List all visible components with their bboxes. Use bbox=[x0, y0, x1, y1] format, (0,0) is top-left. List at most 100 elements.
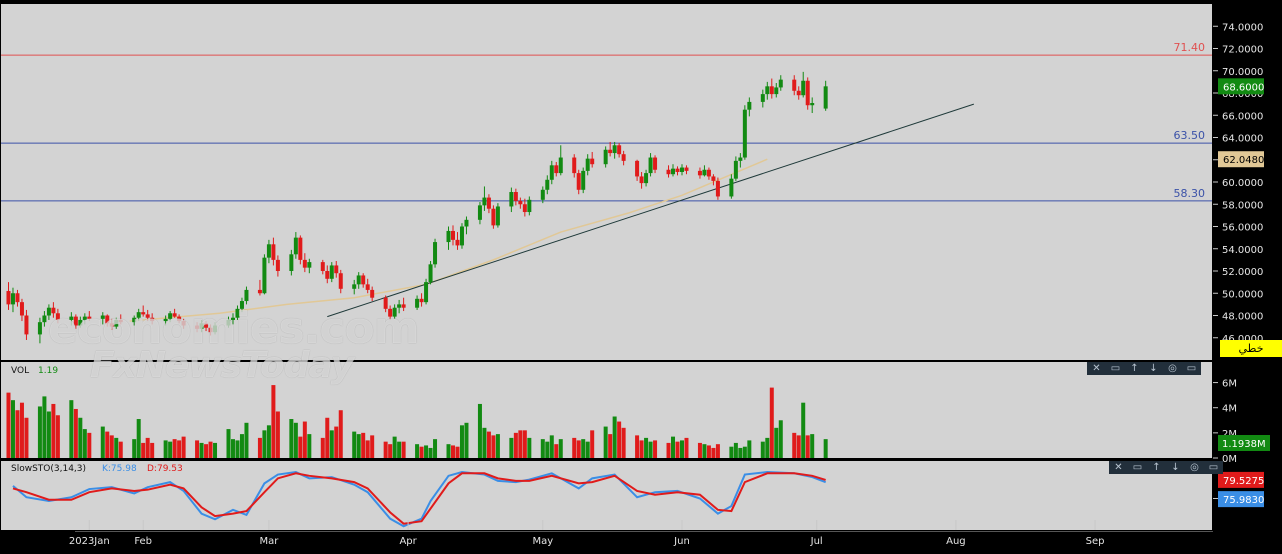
top-edge-bar bbox=[432, 0, 1110, 2]
maximize-icon[interactable]: ▭ bbox=[1106, 362, 1125, 375]
candle-body-51 bbox=[325, 271, 330, 279]
close-icon[interactable]: ✕ bbox=[1109, 461, 1128, 474]
settings-icon[interactable]: ◎ bbox=[1163, 362, 1182, 375]
volume-bar-103 bbox=[648, 441, 653, 458]
volume-bar-75 bbox=[477, 403, 482, 458]
volume-bar-5 bbox=[37, 406, 42, 458]
price-tick-label-4: 54.0000 bbox=[1222, 245, 1263, 256]
candle-body-21 bbox=[136, 312, 141, 318]
candle-body-52 bbox=[329, 265, 334, 279]
candle-body-10 bbox=[69, 316, 74, 320]
volume-bar-118 bbox=[742, 446, 747, 458]
candle-body-41 bbox=[262, 257, 267, 294]
volume-bar-76 bbox=[482, 427, 487, 458]
volume-bar-7 bbox=[46, 411, 51, 458]
candle-body-84 bbox=[527, 199, 532, 213]
volume-bar-86 bbox=[545, 441, 550, 458]
drawing-tool-label[interactable]: خطي bbox=[1220, 340, 1282, 357]
candle-body-71 bbox=[451, 230, 455, 240]
volume-bar-92 bbox=[581, 439, 586, 458]
volume-bar-106 bbox=[671, 436, 676, 458]
volume-bar-66 bbox=[419, 446, 424, 458]
volume-tick-label-2: 4M bbox=[1222, 404, 1237, 415]
volume-bar-31 bbox=[199, 442, 204, 458]
volume-bar-6 bbox=[42, 396, 47, 458]
level-label-2: 58.30 bbox=[1174, 187, 1206, 200]
volume-bar-57 bbox=[361, 432, 366, 458]
candle-body-43 bbox=[271, 244, 276, 260]
volume-bar-12 bbox=[78, 417, 83, 458]
x-tick-label-7: Aug bbox=[946, 536, 966, 547]
candle-body-69 bbox=[433, 242, 438, 265]
candle-body-46 bbox=[293, 237, 298, 255]
candle-body-108 bbox=[679, 167, 684, 172]
candle-body-100 bbox=[635, 160, 640, 177]
close-icon[interactable]: ✕ bbox=[1087, 362, 1106, 375]
candle-body-121 bbox=[765, 86, 770, 95]
move-up-icon[interactable]: ↑ bbox=[1147, 461, 1166, 474]
candle-body-104 bbox=[653, 157, 658, 170]
volume-bar-129 bbox=[810, 434, 815, 458]
volume-bar-37 bbox=[235, 440, 240, 458]
move-down-icon[interactable]: ↓ bbox=[1144, 362, 1163, 375]
candle-body-0 bbox=[6, 291, 11, 305]
x-tick-label-4: May bbox=[532, 536, 553, 547]
volume-bar-115 bbox=[729, 446, 734, 458]
candle-body-32 bbox=[204, 323, 209, 328]
volume-bar-38 bbox=[239, 434, 244, 458]
candle-body-119 bbox=[747, 101, 752, 110]
candle-body-27 bbox=[172, 313, 177, 317]
candle-body-126 bbox=[796, 90, 801, 96]
price-tick-label-10: 66.0000 bbox=[1222, 111, 1263, 122]
candle-body-23 bbox=[145, 314, 150, 318]
chart-svg[interactable]: 46.000048.000050.000052.000054.000056.00… bbox=[0, 0, 1282, 550]
chart-root: 46.000048.000050.000052.000054.000056.00… bbox=[0, 0, 1282, 550]
stochastic-k-label: K:75.98 bbox=[102, 464, 137, 474]
settings-icon[interactable]: ◎ bbox=[1185, 461, 1204, 474]
candle-body-76 bbox=[482, 197, 487, 206]
candle-body-29 bbox=[181, 321, 186, 326]
candle-body-22 bbox=[141, 312, 146, 315]
candle-body-42 bbox=[266, 244, 271, 258]
volume-bar-29 bbox=[181, 436, 186, 458]
candle-body-11 bbox=[73, 316, 78, 326]
candle-body-107 bbox=[675, 168, 680, 172]
volume-bar-42 bbox=[266, 425, 271, 458]
candle-body-53 bbox=[334, 265, 339, 274]
volume-bar-13 bbox=[82, 429, 87, 458]
maximize-icon[interactable]: ▭ bbox=[1128, 461, 1147, 474]
volume-bar-95 bbox=[603, 426, 608, 458]
volume-bar-43 bbox=[271, 385, 276, 458]
window-icon[interactable]: ▭ bbox=[1182, 362, 1201, 375]
volume-bar-84 bbox=[527, 437, 532, 458]
volume-bar-89 bbox=[558, 439, 563, 458]
candle-body-62 bbox=[392, 307, 397, 317]
candle-body-20 bbox=[132, 317, 137, 323]
volume-bar-17 bbox=[109, 435, 114, 458]
move-down-icon[interactable]: ↓ bbox=[1166, 461, 1185, 474]
volume-bar-53 bbox=[334, 426, 339, 458]
candle-body-34 bbox=[213, 325, 218, 333]
candle-body-106 bbox=[671, 168, 676, 175]
left-edge bbox=[0, 52, 1, 520]
candle-body-28 bbox=[177, 316, 182, 322]
price-tick-label-2: 50.0000 bbox=[1222, 289, 1263, 300]
candle-body-105 bbox=[666, 169, 671, 175]
candle-body-30 bbox=[195, 325, 200, 329]
move-up-icon[interactable]: ↑ bbox=[1125, 362, 1144, 375]
volume-bar-65 bbox=[415, 444, 420, 458]
volume-bar-11 bbox=[73, 408, 78, 458]
candle-body-26 bbox=[168, 313, 173, 319]
candle-body-122 bbox=[769, 86, 774, 95]
candle-body-98 bbox=[617, 145, 622, 155]
window-icon[interactable]: ▭ bbox=[1204, 461, 1223, 474]
volume-bar-109 bbox=[684, 437, 689, 458]
x-tick-label-0: 2023Jan bbox=[69, 536, 110, 547]
volume-bar-93 bbox=[585, 441, 590, 458]
x-tick-label-1: Feb bbox=[134, 536, 152, 547]
volume-bar-10 bbox=[69, 400, 74, 458]
candle-body-124 bbox=[778, 79, 783, 88]
candle-body-90 bbox=[572, 157, 577, 174]
volume-bar-79 bbox=[495, 434, 500, 458]
volume-bar-60 bbox=[383, 441, 388, 458]
